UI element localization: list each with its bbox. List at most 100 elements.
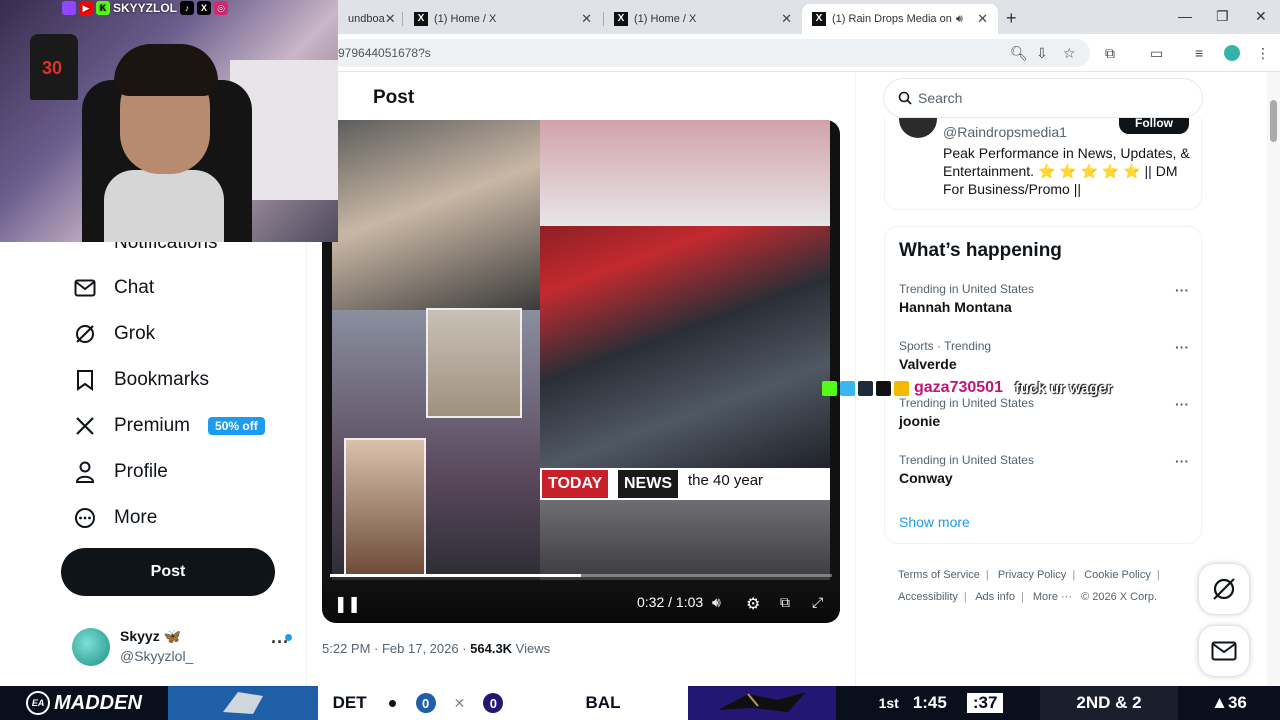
profile-handle[interactable]: @Raindropsmedia1 bbox=[943, 124, 1067, 140]
fullscreen-icon[interactable]: ⤢ bbox=[812, 594, 823, 611]
nav-item-grok[interactable]: Grok bbox=[72, 317, 155, 351]
instagram-icon: ◎ bbox=[214, 1, 229, 15]
video-frame-image bbox=[332, 120, 540, 310]
x-logo-icon: X bbox=[414, 12, 428, 26]
video-time: 0:32 / 1:03 bbox=[637, 594, 704, 610]
video-progress-bar[interactable] bbox=[330, 574, 832, 577]
clock: 1:45 bbox=[912, 693, 947, 712]
close-icon[interactable]: ✕ bbox=[385, 11, 396, 27]
game-logo: EA MADDEN bbox=[0, 686, 168, 720]
page-scrollbar[interactable] bbox=[1267, 72, 1280, 686]
browser-tab[interactable]: undboa ✕ bbox=[338, 4, 400, 34]
scrollbar-thumb[interactable] bbox=[1270, 100, 1277, 142]
new-tab-button[interactable]: + bbox=[1006, 8, 1017, 29]
maximize-icon[interactable]: ❐ bbox=[1216, 8, 1229, 25]
footer-link[interactable]: Ads info bbox=[975, 591, 1015, 603]
footer-link[interactable]: Accessibility bbox=[898, 591, 958, 603]
nav-item-bookmarks[interactable]: Bookmarks bbox=[72, 363, 209, 397]
video-inset-image bbox=[426, 308, 522, 418]
footer-link[interactable]: Terms of Service bbox=[898, 569, 980, 581]
trend-item[interactable]: Trending in United States joonie ··· bbox=[899, 396, 1189, 436]
video-progress-fill bbox=[330, 574, 581, 577]
crown-badge-icon bbox=[894, 380, 909, 396]
home-team: BAL bbox=[585, 693, 621, 712]
browser-tab-active[interactable]: X (1) Rain Drops Media on X: 🔊︎ ✕ bbox=[802, 4, 998, 34]
profile-bio: Peak Performance in News, Updates, & Ent… bbox=[943, 145, 1190, 197]
nav-label: More bbox=[114, 507, 158, 528]
envelope-icon bbox=[1211, 641, 1237, 661]
streamer-hair bbox=[114, 44, 218, 96]
volume-icon[interactable]: 🔊︎ bbox=[712, 594, 721, 611]
chat-message: gaza730501 fuck ur wager bbox=[822, 378, 1113, 398]
grok-fab-button[interactable] bbox=[1199, 564, 1249, 614]
footer-links: Terms of Service | Privacy Policy | Cookie… bbox=[898, 569, 1160, 603]
trend-context: Sports · Trending bbox=[899, 339, 992, 353]
nav-label: Premium bbox=[114, 415, 191, 436]
minimize-icon[interactable]: — bbox=[1178, 8, 1192, 24]
more-circle-icon bbox=[72, 507, 98, 529]
footer-link[interactable]: More ··· bbox=[1033, 591, 1072, 603]
x-logo-icon: X bbox=[812, 12, 826, 26]
kebab-menu-icon[interactable]: ⋮ bbox=[1256, 45, 1270, 62]
video-controls: ❚❚ 0:32 / 1:03 🔊︎ ⚙ ⧉ ⤢ bbox=[322, 586, 840, 623]
nav-item-premium[interactable]: Premium 50% off bbox=[72, 409, 265, 443]
media-control-icon[interactable]: ≡ bbox=[1195, 45, 1203, 61]
close-icon[interactable]: ✕ bbox=[781, 11, 792, 27]
messages-fab-button[interactable] bbox=[1199, 626, 1249, 676]
side-panel-icon[interactable]: ▭ bbox=[1150, 45, 1163, 62]
nav-item-profile[interactable]: Profile bbox=[72, 455, 168, 489]
channel-name: SKYYZLOL bbox=[113, 1, 178, 15]
more-dots-icon[interactable]: ··· bbox=[1175, 396, 1189, 412]
install-app-icon[interactable]: ⇩ bbox=[1036, 45, 1048, 62]
address-bar[interactable]: 979644051678?s bbox=[330, 39, 1090, 67]
account-handle: @Skyyzlol_ bbox=[120, 648, 194, 664]
kick-icon: K bbox=[96, 1, 110, 15]
trend-item[interactable]: Trending in United States Hannah Montana… bbox=[899, 282, 1189, 322]
ea-sports-icon: EA bbox=[26, 691, 51, 715]
more-dots-icon[interactable]: ··· bbox=[1175, 282, 1189, 298]
trend-name: Valverde bbox=[899, 356, 957, 372]
zoom-icon[interactable]: 🔍︎ bbox=[1010, 45, 1028, 62]
pause-icon[interactable]: ❚❚ bbox=[334, 594, 361, 614]
browser-tab[interactable]: X (1) Home / X ✕ bbox=[604, 4, 802, 34]
pip-icon[interactable]: ⧉ bbox=[780, 594, 790, 611]
youtube-icon: ▶ bbox=[79, 1, 93, 15]
nav-item-more[interactable]: More bbox=[72, 501, 157, 535]
post-button[interactable]: Post bbox=[61, 548, 275, 596]
extensions-icon[interactable]: ⧉ bbox=[1105, 45, 1115, 62]
browser-tab[interactable]: X (1) Home / X ✕ bbox=[404, 4, 602, 34]
nav-label: Profile bbox=[114, 461, 168, 482]
video-frame-image bbox=[540, 500, 830, 580]
away-timeouts: 0 bbox=[415, 693, 436, 713]
account-switcher[interactable]: Skyyz 🦋 @Skyyzlol_ ··· bbox=[72, 626, 297, 670]
profile-avatar-icon[interactable] bbox=[1224, 45, 1240, 61]
bookmark-star-icon[interactable]: ☆ bbox=[1063, 45, 1076, 62]
footer-link[interactable]: Privacy Policy bbox=[998, 569, 1066, 581]
trend-item[interactable]: Sports · Trending Valverde ··· bbox=[899, 339, 1189, 379]
footer-link[interactable]: Cookie Policy bbox=[1084, 569, 1151, 581]
away-team: DET bbox=[332, 693, 367, 712]
close-icon[interactable]: ✕ bbox=[581, 11, 592, 27]
more-dots-icon[interactable]: ··· bbox=[1175, 339, 1189, 355]
versus-icon: ✕ bbox=[453, 694, 466, 711]
tab-title: undboa bbox=[348, 13, 385, 25]
more-dots-icon[interactable]: ··· bbox=[1175, 453, 1189, 469]
social-handles: ▶ K SKYYZLOL ♪ X ◎ bbox=[62, 0, 229, 16]
nav-label: Grok bbox=[114, 323, 156, 344]
close-icon[interactable]: ✕ bbox=[977, 11, 988, 27]
settings-gear-icon[interactable]: ⚙ bbox=[746, 594, 760, 614]
person-icon bbox=[72, 461, 98, 483]
show-more-link[interactable]: Show more bbox=[899, 514, 970, 530]
video-player[interactable]: TODAY NEWS the 40 year ❚❚ 0:32 / 1:03 🔊︎… bbox=[322, 120, 840, 623]
nav-item-chat[interactable]: Chat bbox=[72, 271, 154, 305]
search-input[interactable]: Search bbox=[883, 78, 1203, 118]
follow-button[interactable]: Follow bbox=[1119, 117, 1189, 134]
avatar[interactable] bbox=[899, 118, 937, 138]
trend-item[interactable]: Trending in United States Conway ··· bbox=[899, 453, 1189, 493]
chat-text: fuck ur wager bbox=[1014, 379, 1113, 397]
close-window-icon[interactable]: ✕ bbox=[1255, 8, 1267, 25]
speaker-icon[interactable]: 🔊︎ bbox=[956, 13, 963, 26]
x-logo-icon: X bbox=[197, 1, 212, 15]
tab-separator bbox=[402, 12, 403, 26]
news-label: NEWS bbox=[618, 470, 678, 498]
